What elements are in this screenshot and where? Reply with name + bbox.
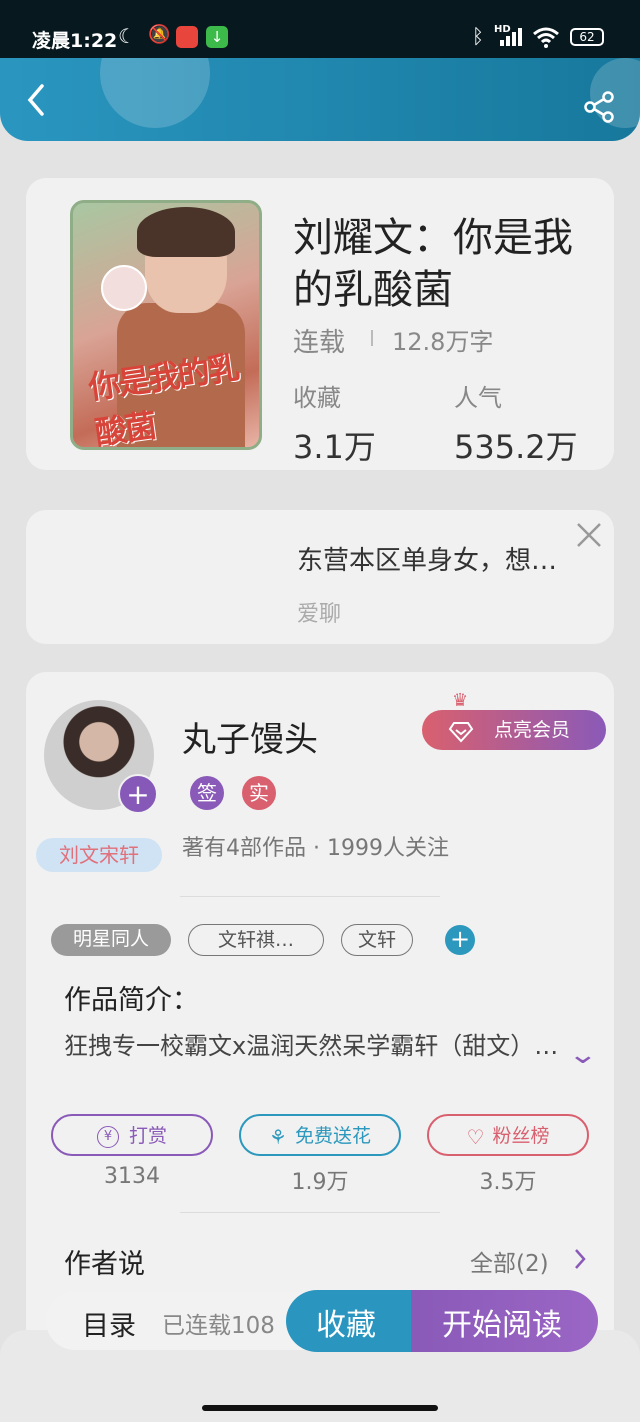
bell-off-icon: 🔕 — [148, 24, 171, 45]
vip-button[interactable]: 点亮会员 — [422, 710, 606, 750]
header-bar — [0, 58, 640, 141]
separator — [371, 330, 373, 346]
ad-title[interactable]: 东营本区单身女，想… — [297, 540, 557, 577]
fan-group-tag: 刘文宋轩 — [36, 838, 162, 872]
flower-icon: ⚘ — [269, 1124, 287, 1149]
divider — [180, 896, 440, 897]
cover-title-text: 你是我的乳酸菌 — [86, 348, 241, 450]
verified-badge: 实 — [242, 776, 276, 810]
home-indicator[interactable] — [202, 1405, 438, 1411]
status-time: 凌晨1:22 — [32, 30, 118, 52]
user-heart-icon: ♡ — [466, 1124, 485, 1149]
signal-icon — [500, 28, 524, 46]
synopsis-text[interactable]: 狂拽专一校霸文x温润天然呆学霸轩（甜文）… — [64, 1028, 564, 1064]
tag-chip[interactable]: 文轩祺… — [188, 924, 324, 956]
close-icon[interactable] — [574, 520, 604, 550]
fan-ranking-button[interactable]: ♡ 粉丝榜 — [427, 1114, 589, 1156]
favorites-count: 3.1万 — [293, 428, 376, 466]
view-all-link[interactable]: 全部(2) — [470, 1244, 549, 1278]
fan-count: 3.5万 — [479, 1170, 537, 1195]
status-bar: 凌晨1:22 ☾ 🔕 ↓ ᛒ HD 62 — [0, 0, 640, 58]
bluetooth-icon: ᛒ — [472, 24, 484, 48]
share-icon[interactable] — [582, 90, 616, 124]
serial-progress: 已连载108 — [162, 1313, 275, 1339]
back-icon[interactable] — [22, 80, 52, 120]
reward-button[interactable]: ¥ 打赏 — [51, 1114, 213, 1156]
ad-source: 爱聊 — [297, 602, 342, 627]
author-meta: 著有4部作品 · 1999人关注 — [182, 836, 449, 861]
chevron-right-icon[interactable] — [572, 1246, 588, 1272]
book-cover[interactable]: 你是我的乳酸菌 — [70, 200, 262, 450]
serial-status: 连载 — [293, 328, 346, 358]
tag-chip[interactable]: 明星同人 — [51, 924, 171, 956]
start-reading-button[interactable]: 开始阅读 — [420, 1300, 584, 1344]
favorites-label: 收藏 — [293, 384, 341, 412]
tag-chip[interactable]: 文轩 — [341, 924, 413, 956]
cover-figure-hair — [137, 207, 235, 257]
reward-count: 3134 — [104, 1164, 160, 1189]
crown-icon: ♛ — [452, 690, 469, 711]
wifi-icon — [532, 26, 560, 48]
popularity-label: 人气 — [454, 384, 502, 412]
app-notification-icon — [176, 26, 198, 48]
chevron-down-icon[interactable]: ⌄ — [568, 1040, 599, 1070]
toc-label[interactable]: 目录 — [82, 1304, 136, 1343]
favorite-button[interactable]: 收藏 — [286, 1300, 406, 1344]
header-decoration — [100, 58, 210, 128]
author-says-heading: 作者说 — [64, 1249, 145, 1280]
book-title: 刘耀文：你是我的乳酸菌 — [293, 215, 573, 313]
send-flower-button[interactable]: ⚘ 免费送花 — [239, 1114, 401, 1156]
fan-ranking-label: 粉丝榜 — [492, 1125, 550, 1147]
vip-button-label: 点亮会员 — [494, 719, 571, 741]
download-icon: ↓ — [206, 26, 228, 48]
divider — [180, 1212, 440, 1213]
follow-plus-icon[interactable]: + — [118, 774, 158, 814]
signed-badge: 签 — [190, 776, 224, 810]
popularity-count: 535.2万 — [454, 428, 578, 466]
synopsis-heading: 作品简介： — [64, 985, 199, 1016]
flower-count: 1.9万 — [291, 1170, 349, 1195]
add-tag-icon[interactable]: + — [445, 925, 475, 955]
yen-icon: ¥ — [96, 1125, 119, 1148]
battery-icon: 62 — [570, 28, 604, 46]
send-flower-label: 免费送花 — [294, 1125, 371, 1147]
reward-label: 打赏 — [128, 1125, 167, 1147]
moon-icon: ☾ — [118, 24, 136, 48]
diamond-icon — [448, 718, 474, 743]
author-name[interactable]: 丸子馒头 — [182, 712, 318, 761]
word-count: 12.8万字 — [392, 328, 494, 356]
cover-inset-photo — [101, 265, 147, 311]
